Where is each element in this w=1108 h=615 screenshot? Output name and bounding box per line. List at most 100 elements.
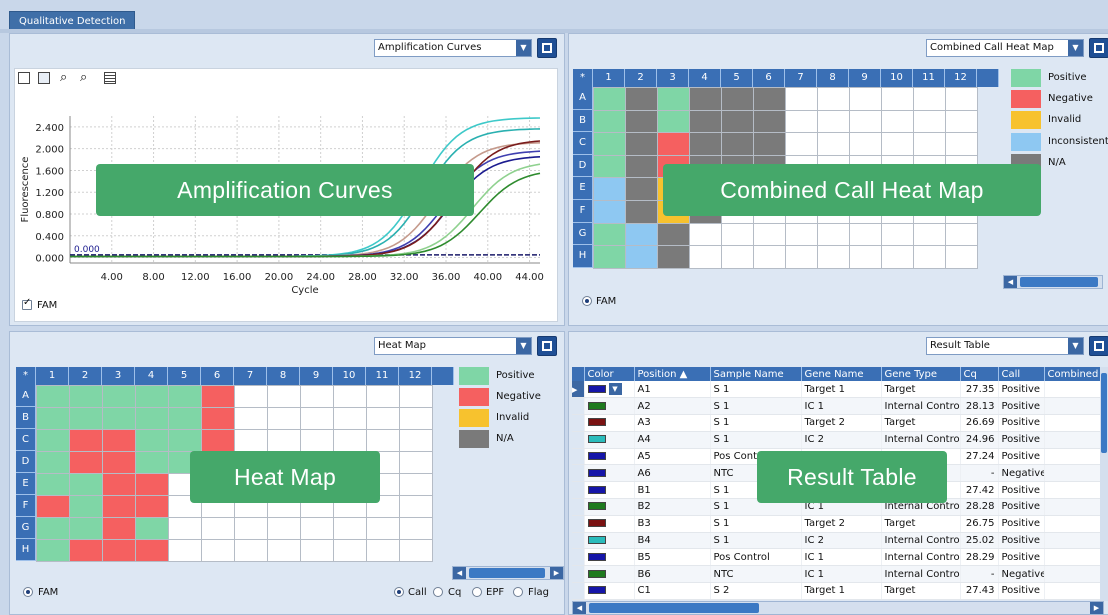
well-cell[interactable]: [625, 177, 658, 201]
well-cell[interactable]: [69, 517, 103, 540]
column-header[interactable]: 11: [366, 367, 399, 385]
row-header[interactable]: G: [573, 222, 593, 246]
position-cell[interactable]: B2: [634, 498, 711, 516]
well-cell[interactable]: [625, 109, 658, 134]
position-cell[interactable]: B3: [634, 515, 711, 533]
maximize-icon[interactable]: [1089, 38, 1108, 58]
well-cell[interactable]: [36, 451, 70, 474]
well-cell[interactable]: [945, 109, 978, 134]
gene-name-cell[interactable]: Target 2: [801, 414, 882, 432]
combined-result-cell[interactable]: [1044, 464, 1108, 483]
well-color-swatch[interactable]: [587, 401, 606, 410]
well-cell[interactable]: [36, 385, 70, 408]
well-cell[interactable]: [689, 132, 722, 156]
well-cell[interactable]: [817, 109, 850, 134]
call-cell[interactable]: Positive: [998, 481, 1045, 500]
row-indicator[interactable]: [572, 448, 585, 466]
column-header-gene-name[interactable]: Gene Name: [801, 367, 882, 381]
well-cell[interactable]: [881, 87, 914, 111]
row-indicator[interactable]: [572, 532, 585, 550]
well-cell[interactable]: [135, 495, 169, 518]
well-cell[interactable]: [913, 132, 946, 156]
well-cell[interactable]: [102, 539, 136, 562]
cq-cell[interactable]: 28.13: [960, 397, 999, 416]
call-cell[interactable]: Positive: [998, 381, 1045, 399]
row-header[interactable]: B: [573, 109, 593, 133]
well-cell[interactable]: [201, 385, 235, 408]
sample-name-cell[interactable]: S 1: [710, 431, 802, 449]
combined-horizontal-scrollbar[interactable]: ◀: [1003, 275, 1103, 289]
color-cell[interactable]: ▼: [584, 381, 635, 399]
result-table-horizontal-scrollbar[interactable]: ◀ ▶: [572, 601, 1104, 615]
sample-name-cell[interactable]: S 1: [710, 397, 802, 416]
well-cell[interactable]: [201, 539, 235, 562]
gene-name-cell[interactable]: IC 1: [801, 565, 882, 584]
table-row[interactable]: A4 S 1 IC 2 Internal Control 24.96 Positive: [572, 431, 1108, 449]
well-cell[interactable]: [234, 407, 268, 430]
row-header[interactable]: C: [573, 132, 593, 155]
select-all-corner[interactable]: *: [16, 367, 36, 385]
well-cell[interactable]: [234, 539, 268, 562]
well-cell[interactable]: [657, 109, 690, 134]
column-header[interactable]: 2: [625, 69, 657, 87]
cq-cell[interactable]: 26.69: [960, 414, 999, 432]
well-cell[interactable]: [399, 429, 433, 452]
column-header[interactable]: 9: [849, 69, 881, 87]
scroll-thumb[interactable]: [1101, 373, 1107, 453]
well-cell[interactable]: [625, 154, 658, 179]
row-indicator[interactable]: [572, 498, 585, 516]
well-cell[interactable]: [657, 132, 690, 156]
maximize-icon[interactable]: [1089, 336, 1108, 356]
well-cell[interactable]: [333, 407, 367, 430]
column-header-call[interactable]: Call: [998, 367, 1045, 381]
column-header[interactable]: 7: [234, 367, 267, 385]
combined-fam-radio[interactable]: [582, 296, 592, 306]
column-header-color[interactable]: Color: [584, 367, 635, 381]
row-indicator[interactable]: [572, 582, 585, 600]
well-color-swatch[interactable]: [587, 569, 606, 578]
color-cell[interactable]: [584, 464, 635, 483]
well-cell[interactable]: [945, 87, 978, 111]
scroll-left-icon[interactable]: ◀: [573, 602, 586, 614]
row-header[interactable]: C: [16, 429, 36, 451]
cq-cell[interactable]: 26.75: [960, 515, 999, 533]
sample-name-cell[interactable]: Pos Control: [710, 548, 802, 567]
table-row[interactable]: ▶ ▼ A1 S 1 Target 1 Target 27.35 Positive: [572, 381, 1108, 399]
well-cell[interactable]: [366, 539, 400, 562]
combined-result-cell[interactable]: [1044, 431, 1108, 449]
heatmap-view-dropdown[interactable]: Heat Map ▼: [374, 337, 532, 355]
well-cell[interactable]: [817, 87, 850, 111]
well-cell[interactable]: [69, 407, 103, 430]
column-header[interactable]: 6: [753, 69, 785, 87]
color-cell[interactable]: [584, 582, 635, 600]
combined-result-cell[interactable]: [1044, 414, 1108, 432]
gene-type-cell[interactable]: Internal Control: [881, 431, 961, 449]
well-color-swatch[interactable]: [587, 519, 606, 528]
gene-type-cell[interactable]: Target: [881, 515, 961, 533]
heatmap-horizontal-scrollbar[interactable]: ◀ ▶: [452, 566, 564, 580]
row-header[interactable]: D: [573, 154, 593, 178]
well-cell[interactable]: [267, 517, 301, 540]
well-cell[interactable]: [753, 132, 786, 156]
column-header-combined-result[interactable]: Combined Re: [1044, 367, 1108, 381]
scroll-right-icon[interactable]: ▶: [1090, 602, 1103, 614]
row-indicator[interactable]: ▶: [572, 381, 585, 399]
well-cell[interactable]: [135, 385, 169, 408]
well-cell[interactable]: [785, 132, 818, 156]
table-row[interactable]: B3 S 1 Target 2 Target 26.75 Positive: [572, 515, 1108, 533]
well-cell[interactable]: [300, 429, 334, 452]
well-cell[interactable]: [168, 429, 202, 452]
well-cell[interactable]: [785, 245, 818, 269]
combined-result-cell[interactable]: [1044, 448, 1108, 466]
combined-result-cell[interactable]: [1044, 565, 1108, 584]
well-cell[interactable]: [625, 87, 658, 111]
well-cell[interactable]: [817, 245, 850, 269]
row-header[interactable]: A: [16, 385, 36, 407]
call-cell[interactable]: Positive: [998, 397, 1045, 416]
well-cell[interactable]: [135, 407, 169, 430]
well-color-swatch[interactable]: [587, 418, 606, 427]
call-cell[interactable]: Negative: [998, 565, 1045, 584]
cq-cell[interactable]: 27.24: [960, 448, 999, 466]
well-color-swatch[interactable]: [587, 536, 606, 545]
well-cell[interactable]: [593, 132, 626, 156]
